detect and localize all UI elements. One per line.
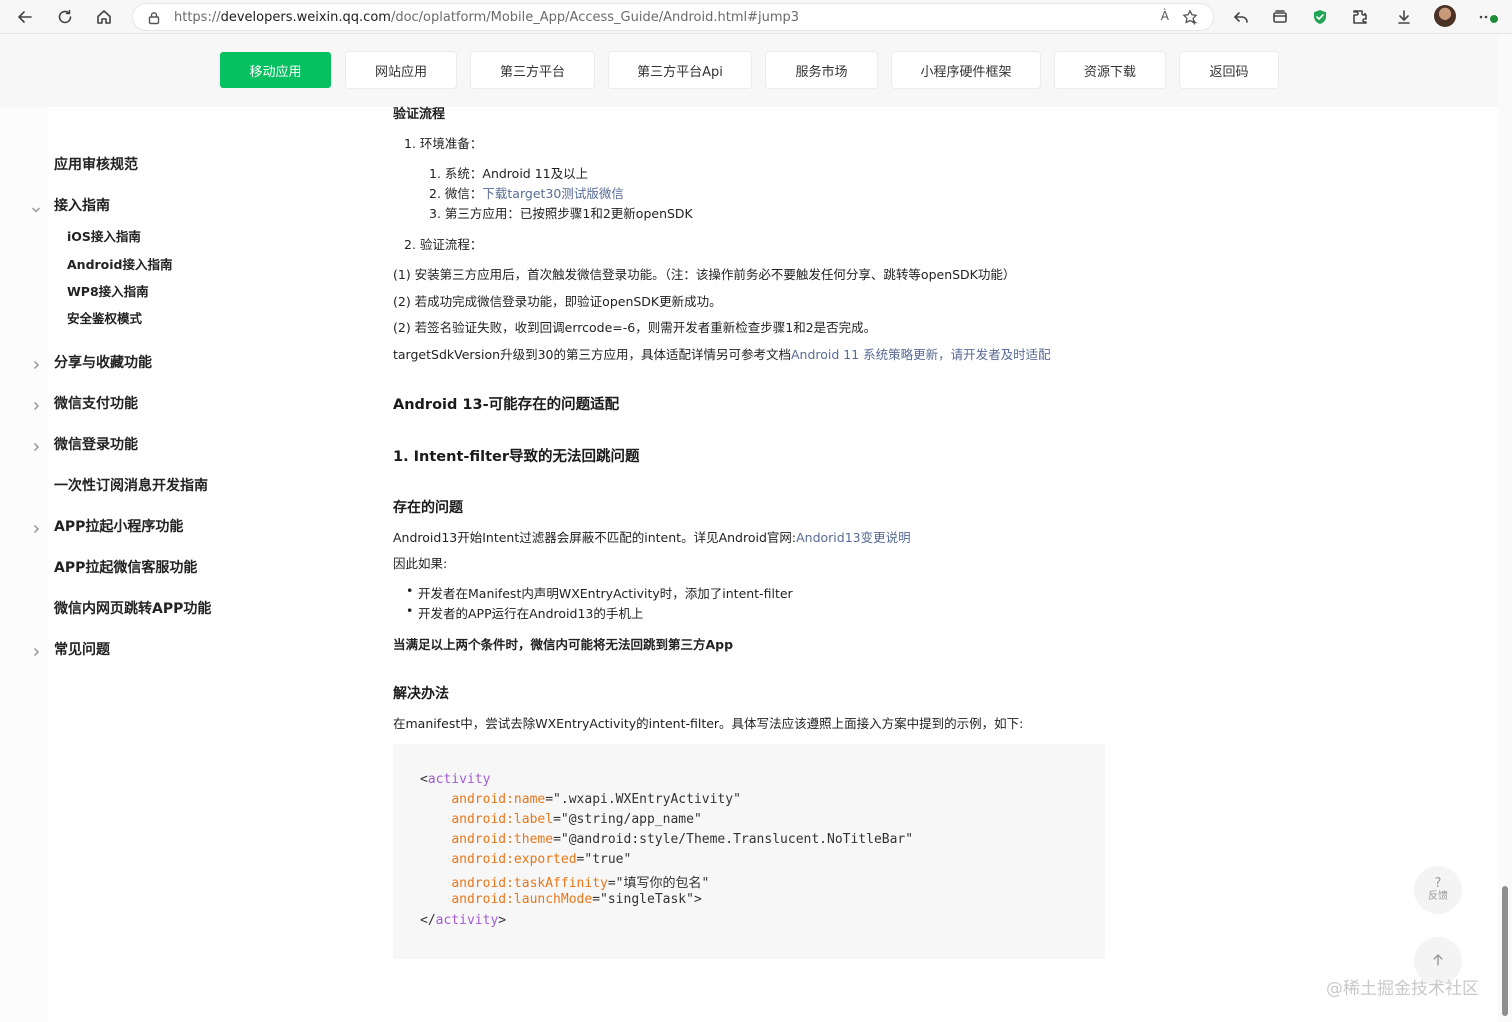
feedback-label: 反馈 — [1428, 891, 1448, 902]
avatar[interactable] — [1434, 5, 1456, 27]
conclusion-text: 当满足以上两个条件时，微信内可能将无法回跳到第三方App — [393, 637, 734, 652]
sidebar: 应用审核规范 接入指南 iOS接入指南 Android接入指南 WP8接入指南 … — [0, 107, 305, 1022]
feedback-button[interactable]: ? 反馈 — [1414, 866, 1462, 914]
android11-policy-link[interactable]: Android 11 系统策略更新，请开发者及时适配 — [791, 347, 1051, 362]
code-line: android:launchMode="singleTask"> — [451, 892, 702, 907]
sidebar-subitem-ios[interactable]: iOS接入指南 — [67, 226, 141, 245]
shield-icon[interactable] — [1308, 5, 1332, 29]
android13-changes-link[interactable]: Andorid13变更说明 — [796, 530, 911, 545]
sidebar-gutter — [0, 107, 48, 1022]
code-line: <activity — [420, 772, 491, 787]
code-block: <activity android:name=".wxapi.WXEntryAc… — [393, 744, 1105, 959]
code-line: android:theme="@android:style/Theme.Tran… — [451, 832, 914, 847]
download-icon[interactable] — [1392, 5, 1416, 29]
env-item-wechat: 2. 微信：下载target30测试版微信 — [429, 183, 624, 202]
read-aloud-icon[interactable]: À — [1161, 9, 1169, 23]
chevron-right-icon[interactable] — [31, 396, 41, 411]
update-badge — [1489, 14, 1499, 24]
refresh-icon[interactable] — [53, 5, 77, 29]
sidebar-item-wechat-login[interactable]: 微信登录功能 — [54, 434, 138, 454]
nav-mobile-app[interactable]: 移动应用 — [220, 52, 331, 88]
nav-return-codes[interactable]: 返回码 — [1180, 52, 1278, 88]
url-text[interactable]: https://developers.weixin.qq.com/doc/opl… — [174, 10, 799, 25]
sidebar-item-faq[interactable]: 常见问题 — [54, 639, 110, 659]
list-item: 开发者的APP运行在Android13的手机上 — [406, 603, 643, 622]
sidebar-subitem-security-auth[interactable]: 安全鉴权模式 — [67, 308, 142, 327]
chevron-right-icon[interactable] — [31, 519, 41, 534]
watermark: @稀土掘金技术社区 — [1326, 979, 1479, 999]
page-scrollbar[interactable] — [1498, 34, 1512, 1022]
chevron-right-icon[interactable] — [31, 437, 41, 452]
partial-heading: 验证流程 — [393, 107, 446, 122]
address-bar[interactable]: https://developers.weixin.qq.com/doc/opl… — [132, 3, 1214, 31]
sidebar-item-launch-customer-service[interactable]: APP拉起微信客服功能 — [54, 557, 197, 577]
heading-intent-filter: 1. Intent-filter导致的无法回跳问题 — [393, 449, 640, 465]
back-icon[interactable] — [13, 5, 37, 29]
extensions-icon[interactable] — [1348, 5, 1372, 29]
download-test-wechat-link[interactable]: 下载target30测试版微信 — [482, 186, 623, 201]
sidebar-subitem-android[interactable]: Android接入指南 — [67, 254, 173, 273]
list-item: 开发者在Manifest内声明WXEntryActivity时，添加了inten… — [406, 583, 793, 602]
sidebar-item-webpage-jump-app[interactable]: 微信内网页跳转APP功能 — [54, 598, 211, 618]
browser-toolbar: https://developers.weixin.qq.com/doc/opl… — [0, 0, 1512, 34]
sidebar-item-wechat-pay[interactable]: 微信支付功能 — [54, 393, 138, 413]
sidebar-item-launch-miniprogram[interactable]: APP拉起小程序功能 — [54, 516, 183, 536]
code-line: android:taskAffinity="填写你的包名" — [451, 876, 710, 891]
env-item-wechat-label: 2. 微信： — [429, 186, 483, 201]
step-env-prep: 1. 环境准备： — [404, 136, 483, 151]
nav-resource-download[interactable]: 资源下载 — [1055, 52, 1165, 88]
heading-problem: 存在的问题 — [393, 500, 463, 516]
code-line: android:name=".wxapi.WXEntryActivity" — [451, 792, 741, 807]
nav-service-market[interactable]: 服务市场 — [766, 52, 877, 88]
sidebar-item-share-favorite[interactable]: 分享与收藏功能 — [54, 352, 152, 372]
step-verify: 2. 验证流程： — [404, 237, 483, 252]
sidebar-item-access-guide[interactable]: 接入指南 — [54, 195, 110, 215]
heading-android13: Android 13-可能存在的问题适配 — [393, 397, 620, 413]
verify-para-2: (2) 若成功完成微信登录功能，即验证openSDK更新成功。 — [393, 294, 722, 309]
sidebar-item-review-rules[interactable]: 应用审核规范 — [54, 154, 138, 174]
scrollbar-thumb[interactable] — [1502, 886, 1508, 1016]
para4-text: targetSdkVersion升级到30的第三方应用，具体适配详情另可参考文档 — [393, 347, 791, 362]
solution-text: 在manifest中，尝试去除WXEntryActivity的intent-fi… — [393, 716, 1024, 731]
arrow-up-icon — [1431, 952, 1445, 971]
problem-text: Android13开始Intent过滤器会屏蔽不匹配的intent。详见Andr… — [393, 530, 797, 545]
sidebar-item-subscribe-message[interactable]: 一次性订阅消息开发指南 — [54, 475, 208, 495]
favorite-star-icon[interactable] — [1182, 9, 1199, 30]
home-icon[interactable] — [92, 5, 116, 29]
undo-icon[interactable] — [1229, 5, 1253, 29]
help-icon: ? — [1434, 876, 1442, 891]
collections-icon[interactable] — [1268, 5, 1292, 29]
code-line: android:exported="true" — [451, 852, 632, 867]
nav-third-party-platform[interactable]: 第三方平台 — [471, 52, 594, 88]
verify-para-3: (2) 若签名验证失败，收到回调errcode=-6，则需开发者重新检查步骤1和… — [393, 320, 877, 335]
verify-para-1: (1) 安装第三方应用后，首次触发微信登录功能。（注：该操作前务必不要触发任何分… — [393, 267, 1016, 282]
verify-para-4: targetSdkVersion升级到30的第三方应用，具体适配详情另可参考文档… — [393, 344, 1051, 363]
env-item-system: 1. 系统：Android 11及以上 — [429, 166, 589, 181]
problem-para: Android13开始Intent过滤器会屏蔽不匹配的intent。详见Andr… — [393, 527, 911, 546]
nav-third-party-api[interactable]: 第三方平台Api — [609, 52, 751, 88]
code-line: android:label="@string/app_name" — [451, 812, 702, 827]
chevron-right-icon[interactable] — [31, 642, 41, 657]
heading-solution: 解决办法 — [393, 686, 449, 702]
code-line: </activity> — [420, 913, 507, 928]
lock-icon[interactable] — [147, 10, 161, 29]
top-nav: 移动应用 网站应用 第三方平台 第三方平台Api 服务市场 小程序硬件框架 资源… — [0, 34, 1498, 107]
nav-hardware-framework[interactable]: 小程序硬件框架 — [892, 52, 1040, 88]
nav-website-app[interactable]: 网站应用 — [346, 52, 456, 88]
chevron-down-icon[interactable] — [31, 200, 41, 213]
chevron-right-icon[interactable] — [31, 355, 41, 370]
therefore-text: 因此如果: — [393, 556, 448, 571]
sidebar-subitem-wp8[interactable]: WP8接入指南 — [67, 281, 149, 300]
env-item-app: 3. 第三方应用：已按照步骤1和2更新openSDK — [429, 206, 693, 221]
doc-content: 验证流程 1. 环境准备： 1. 系统：Android 11及以上 2. 微信：… — [393, 107, 1493, 1022]
